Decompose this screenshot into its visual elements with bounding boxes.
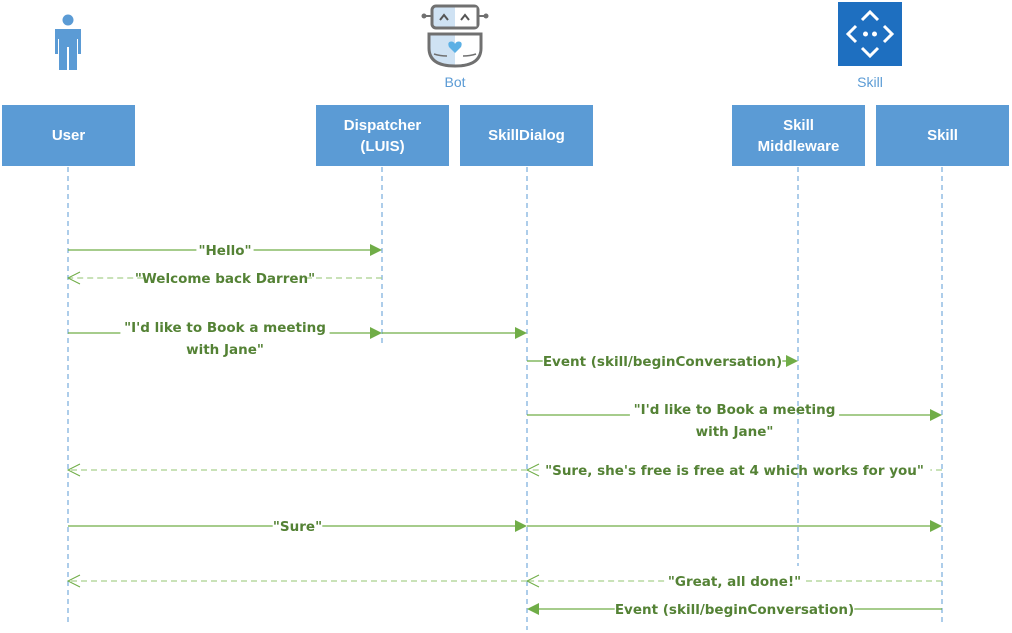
message-label: "Sure, she's free is free at 4 which wor… [545, 463, 924, 479]
message-label: "Sure" [273, 519, 322, 535]
message-0: "Hello" [68, 243, 382, 259]
message-1: "Welcome back Darren" [66, 271, 382, 287]
message-label: Event (skill/beginConversation) [615, 602, 854, 618]
message-label: "I'd like to Book a meeting [634, 402, 836, 418]
filled-arrowhead-icon [515, 327, 527, 339]
sequence-diagram: "Hello" "Welcome back Darren" "I'd like to… [66, 167, 943, 630]
filled-arrowhead-icon [930, 409, 942, 421]
message-3 [382, 327, 527, 339]
message-8: "Sure" [68, 519, 527, 535]
message-label: "Great, all done!" [668, 574, 801, 590]
filled-arrowhead-icon [370, 327, 382, 339]
message-11 [66, 574, 527, 588]
message-label: Event (skill/beginConversation) [543, 354, 782, 370]
message-label: with Jane" [186, 342, 264, 358]
filled-arrowhead-icon [527, 603, 539, 615]
message-label: "I'd like to Book a meeting [124, 320, 326, 336]
message-5: "I'd like to Book a meeting with Jane" [527, 402, 942, 440]
filled-arrowhead-icon [370, 244, 382, 256]
message-4: Event (skill/beginConversation) [527, 354, 798, 370]
message-12: Event (skill/beginConversation) [527, 602, 942, 618]
message-label: "Welcome back Darren" [135, 271, 315, 287]
message-label: "Hello" [198, 243, 251, 259]
message-label: with Jane" [696, 424, 774, 440]
message-10: "Great, all done!" [525, 574, 942, 590]
message-6: "Sure, she's free is free at 4 which wor… [525, 463, 942, 479]
filled-arrowhead-icon [786, 355, 798, 367]
message-7 [66, 463, 527, 477]
filled-arrowhead-icon [515, 520, 527, 532]
message-2: "I'd like to Book a meeting with Jane" [68, 320, 382, 358]
message-9 [527, 520, 942, 532]
filled-arrowhead-icon [930, 520, 942, 532]
